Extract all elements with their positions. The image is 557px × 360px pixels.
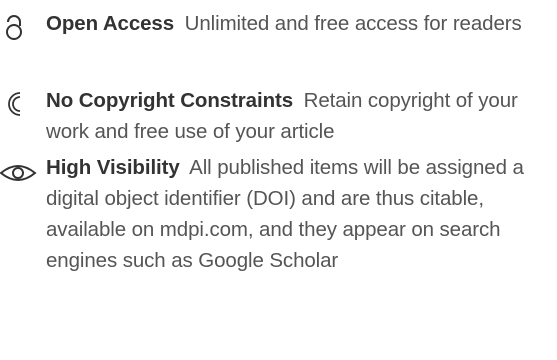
feature-title: High Visibility xyxy=(46,156,180,179)
copyright-icon xyxy=(8,92,21,116)
eye-icon xyxy=(0,165,37,181)
feature-text: Open Access Unlimited and free access fo… xyxy=(46,8,551,39)
feature-text: No Copyright Constraints Retain copyrigh… xyxy=(46,85,551,147)
open-lock-icon xyxy=(6,15,22,40)
feature-list: Open Access Unlimited and free access fo… xyxy=(0,0,557,360)
feature-title: Open Access xyxy=(46,12,175,35)
feature-title: No Copyright Constraints xyxy=(46,89,294,112)
feature-description: Unlimited and free access for readers xyxy=(184,12,522,35)
feature-text: High Visibility All published items will… xyxy=(46,152,551,276)
